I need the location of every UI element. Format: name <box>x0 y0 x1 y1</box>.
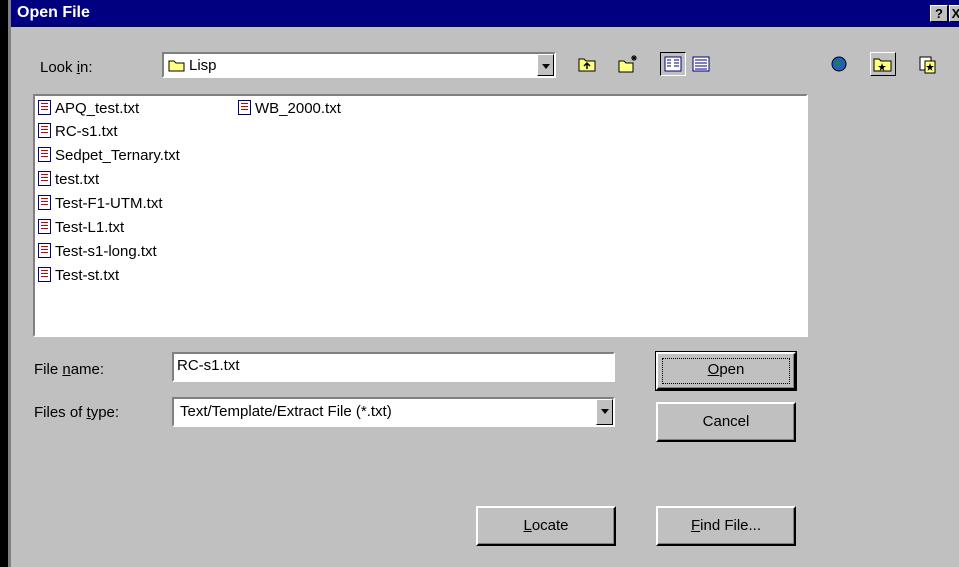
list-item[interactable]: test.txt <box>38 171 99 193</box>
help-button[interactable]: ? <box>930 5 948 22</box>
locate-label: ocate <box>531 517 569 534</box>
list-item[interactable]: Test-L1.txt <box>38 219 124 241</box>
file-name-label-pre: File <box>34 361 63 378</box>
list-item[interactable]: Test-st.txt <box>38 267 119 289</box>
window-title: Open File <box>17 4 90 21</box>
text-file-icon <box>38 267 51 282</box>
cancel-label: Cancel <box>702 413 750 430</box>
file-name-label-mnemonic: n <box>62 361 71 378</box>
close-button[interactable]: X <box>949 5 959 22</box>
locate-button[interactable]: Locate <box>476 506 616 546</box>
up-one-level-icon <box>578 58 596 72</box>
list-item[interactable]: APQ_test.txt <box>38 100 139 122</box>
file-type-label: Files of type: <box>34 404 119 421</box>
look-in-label-post: n: <box>80 59 93 76</box>
window-left-edge-shadow <box>8 0 11 567</box>
locate-mnemonic: L <box>523 517 532 534</box>
list-item[interactable]: Sedpet_Ternary.txt <box>38 147 180 169</box>
file-name-text: Test-s1-long.txt <box>55 243 157 260</box>
file-name-text: Test-F1-UTM.txt <box>55 195 163 212</box>
find-file-label: ind File... <box>700 517 762 534</box>
file-name-label: File name: <box>34 361 104 378</box>
text-file-icon <box>38 123 51 138</box>
list-view-icon <box>664 56 682 72</box>
text-file-icon <box>38 243 51 258</box>
add-to-favorites-button[interactable] <box>916 52 942 76</box>
file-type-dropdown-arrow[interactable] <box>596 399 613 425</box>
details-view-button[interactable] <box>688 52 714 76</box>
file-type-value: Text/Template/Extract File (*.txt) <box>180 403 392 420</box>
up-one-level-button[interactable] <box>574 52 600 76</box>
list-item[interactable]: Test-F1-UTM.txt <box>38 195 163 217</box>
look-in-favorites-button[interactable] <box>870 52 896 76</box>
file-name-text: RC-s1.txt <box>55 123 118 140</box>
open-button[interactable]: Open <box>655 351 797 391</box>
window-left-edge <box>0 0 8 567</box>
title-bar: Open File ? X <box>11 0 959 27</box>
text-file-icon <box>238 100 251 115</box>
file-type-label-pre: Files of <box>34 404 87 421</box>
file-name-text: Sedpet_Ternary.txt <box>55 147 180 164</box>
find-file-button[interactable]: Find File... <box>656 506 796 546</box>
look-in-dropdown-arrow[interactable] <box>537 54 554 76</box>
create-new-folder-icon <box>618 55 637 73</box>
file-name-text: Test-L1.txt <box>55 219 125 236</box>
add-to-favorites-icon <box>919 56 936 74</box>
globe-search-icon <box>831 56 847 72</box>
look-in-dropdown[interactable]: Lisp <box>162 52 556 78</box>
text-file-icon <box>38 147 51 162</box>
focus-rect <box>662 358 790 384</box>
look-in-label-pre: Look <box>40 59 77 76</box>
search-web-button[interactable] <box>826 52 852 76</box>
text-file-icon <box>38 100 51 115</box>
file-name-text: test.txt <box>55 171 100 188</box>
details-view-icon <box>692 56 710 72</box>
file-name-input[interactable]: RC-s1.txt <box>172 352 615 382</box>
file-name-text: WB_2000.txt <box>255 100 341 117</box>
text-file-icon <box>38 219 51 234</box>
file-name-value: RC-s1.txt <box>177 357 240 374</box>
text-file-icon <box>38 195 51 210</box>
list-item[interactable]: Test-s1-long.txt <box>38 243 157 265</box>
folder-icon <box>168 60 185 72</box>
cancel-button[interactable]: Cancel <box>656 402 796 442</box>
text-file-icon <box>38 171 51 186</box>
file-list[interactable]: APQ_test.txt RC-s1.txt Sedpet_Ternary.tx… <box>33 94 808 337</box>
list-item[interactable]: WB_2000.txt <box>238 100 341 122</box>
list-item[interactable]: RC-s1.txt <box>38 123 118 145</box>
look-in-label: Look in: <box>40 59 93 76</box>
file-name-text: APQ_test.txt <box>55 100 140 117</box>
file-type-label-post: ype: <box>90 404 120 421</box>
file-name-text: Test-st.txt <box>55 267 120 284</box>
file-name-label-post: ame: <box>70 361 105 378</box>
folder-favorite-icon <box>873 58 892 72</box>
find-file-mnemonic: F <box>690 517 701 534</box>
list-view-button[interactable] <box>660 52 686 76</box>
create-new-folder-button[interactable] <box>615 52 641 76</box>
file-type-dropdown[interactable]: Text/Template/Extract File (*.txt) <box>172 397 615 427</box>
look-in-value: Lisp <box>189 57 217 74</box>
